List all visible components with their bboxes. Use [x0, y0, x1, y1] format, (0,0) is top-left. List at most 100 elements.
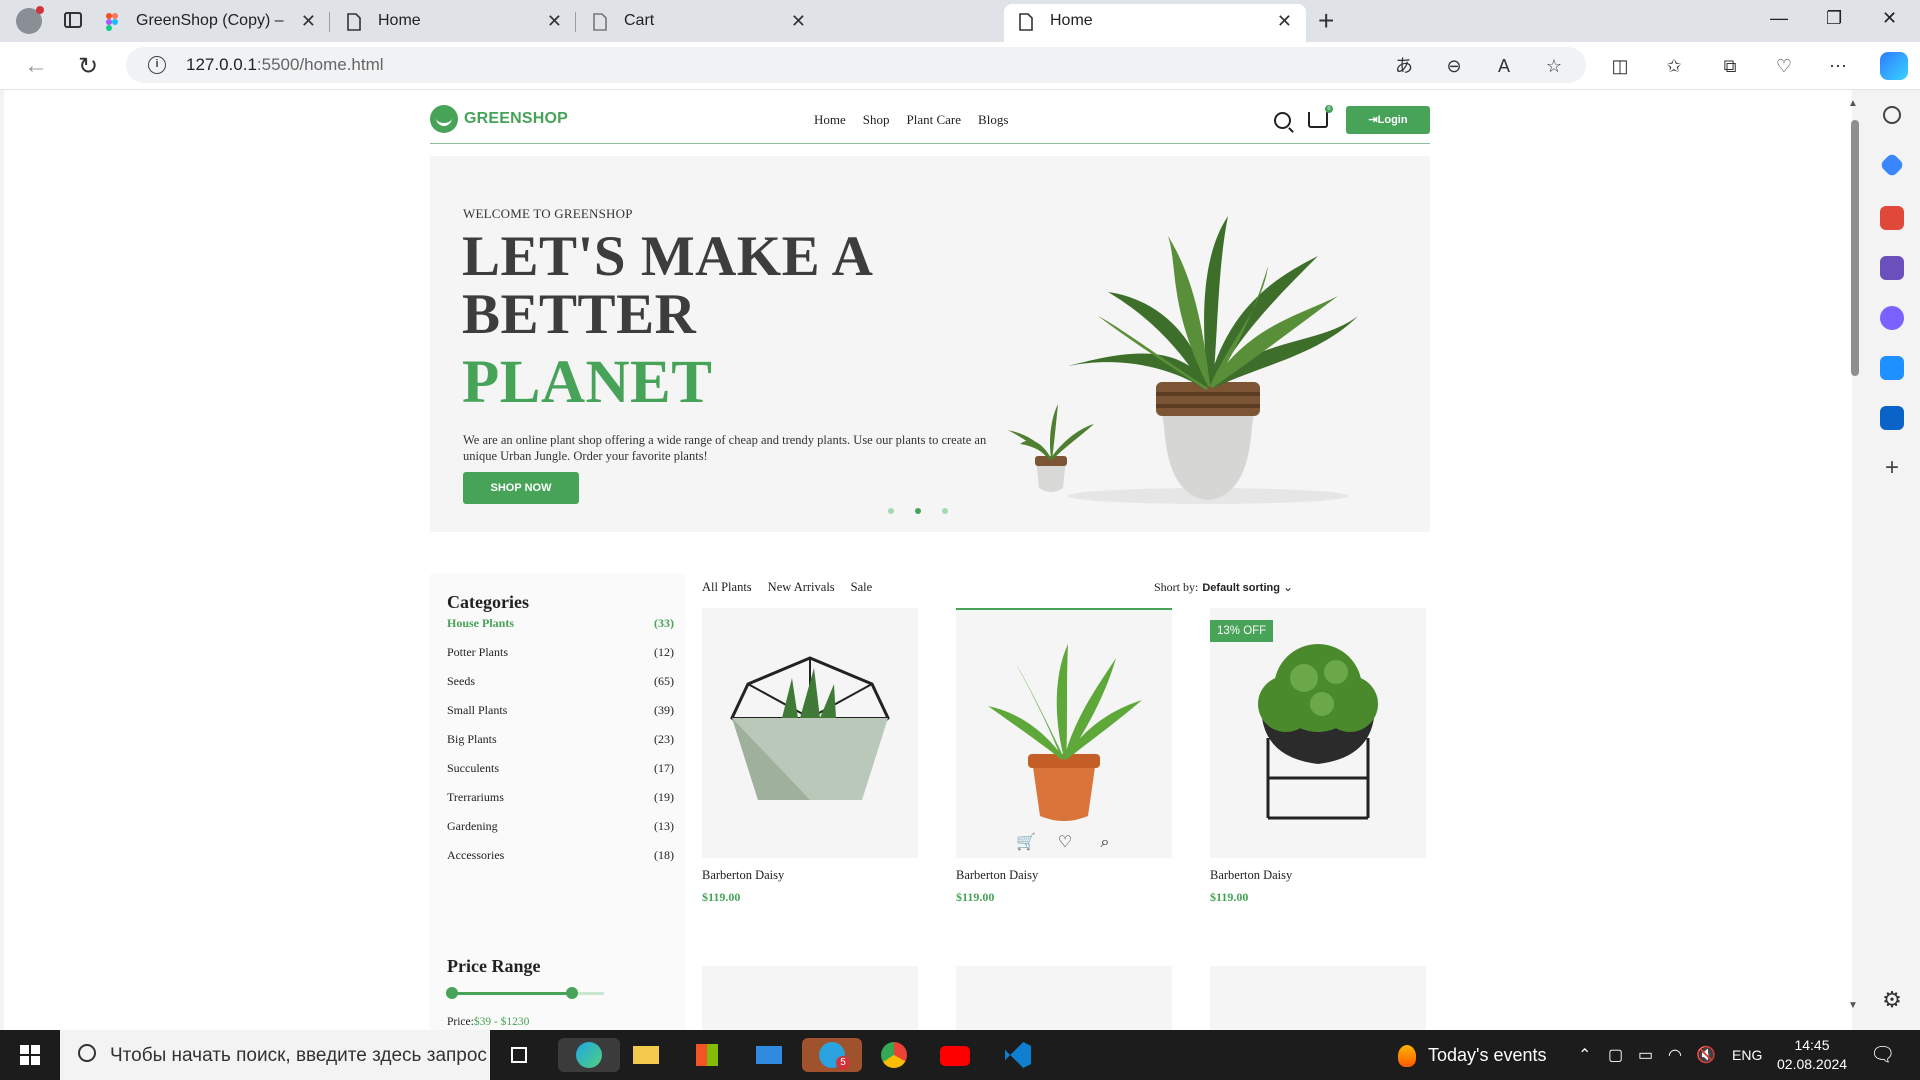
todays-events[interactable]: Today's events [1428, 1045, 1547, 1066]
tab-figma[interactable]: GreenShop (Copy) – Figma ✕ [90, 4, 330, 63]
add-to-cart-icon[interactable]: 🛒 [1016, 834, 1036, 852]
product-name[interactable]: Barberton Daisy [956, 868, 1038, 883]
close-tab-icon[interactable]: ✕ [1277, 4, 1292, 38]
category-small-plants[interactable]: Small Plants (39) [447, 703, 674, 718]
youtube-icon[interactable] [938, 1038, 972, 1072]
product-image[interactable]: 13% OFF [1210, 608, 1426, 858]
close-window-button[interactable]: ✕ [1882, 8, 1897, 29]
category-terrariums[interactable]: Trerrariums (19) [447, 790, 674, 805]
carousel-dot-active[interactable] [915, 508, 921, 514]
product-card-partial[interactable] [1210, 966, 1426, 1030]
product-card-partial[interactable] [956, 966, 1172, 1030]
category-accessories[interactable]: Accessories (18) [447, 848, 674, 863]
nav-plant-care[interactable]: Plant Care [907, 112, 962, 128]
reload-button[interactable]: ↻ [78, 52, 98, 81]
edge-taskbar-icon[interactable] [558, 1038, 620, 1072]
gear-icon[interactable]: ⚙ [1880, 988, 1904, 1012]
copilot-apps-icon[interactable] [1880, 306, 1904, 330]
product-name[interactable]: Barberton Daisy [702, 868, 784, 883]
site-info-icon[interactable]: i [148, 56, 166, 74]
category-gardening[interactable]: Gardening (13) [447, 819, 674, 834]
category-succulents[interactable]: Succulents (17) [447, 761, 674, 776]
product-name[interactable]: Barberton Daisy [1210, 868, 1292, 883]
split-screen-icon[interactable]: ◫ [1610, 56, 1630, 76]
carousel-dot[interactable] [942, 508, 948, 514]
favorites-icon[interactable]: ✩ [1664, 56, 1684, 76]
logo[interactable]: GREENSHOP [430, 104, 568, 134]
restore-button[interactable]: ❐ [1826, 8, 1842, 29]
read-aloud-icon[interactable]: A [1494, 56, 1514, 76]
send-icon[interactable] [1880, 356, 1904, 380]
product-image[interactable]: 🛒 ♡ ⌕ [956, 608, 1172, 858]
back-button[interactable]: ← [24, 52, 48, 80]
carousel-dot[interactable] [888, 508, 894, 514]
store-icon[interactable] [690, 1038, 724, 1072]
search-icon[interactable]: ⌕ [1096, 834, 1114, 852]
chevron-up-icon[interactable]: ⌃ [1578, 1045, 1591, 1065]
new-tab-button[interactable]: + [1318, 6, 1334, 36]
filter-new-arrivals[interactable]: New Arrivals [768, 580, 835, 595]
category-potter-plants[interactable]: Potter Plants (12) [447, 645, 674, 660]
scroll-up-arrow[interactable]: ▲ [1848, 98, 1858, 109]
favorite-star-icon[interactable]: ☆ [1544, 56, 1564, 76]
vscode-icon[interactable] [1001, 1038, 1035, 1072]
heart-icon[interactable]: ♡ [1056, 834, 1074, 852]
taskbar-clock[interactable]: 14:45 02.08.2024 [1777, 1036, 1847, 1074]
copilot-icon[interactable] [1880, 52, 1908, 80]
tab-home-1[interactable]: Home ✕ [332, 4, 576, 42]
nav-home[interactable]: Home [814, 112, 846, 128]
cart-icon[interactable]: 0 [1308, 105, 1333, 128]
login-button[interactable]: ⇥Login [1346, 106, 1430, 134]
nav-shop[interactable]: Shop [863, 112, 890, 128]
close-tab-icon[interactable]: ✕ [301, 4, 316, 38]
task-view-icon[interactable] [502, 1038, 536, 1072]
zoom-out-icon[interactable]: ⊖ [1444, 56, 1464, 76]
games-icon[interactable] [1880, 256, 1904, 280]
taskbar-search[interactable]: Чтобы начать поиск, введите здесь запрос [60, 1030, 490, 1080]
chrome-icon[interactable] [877, 1038, 911, 1072]
tab-home-active[interactable]: Home ✕ [1004, 4, 1306, 42]
sort-control[interactable]: Short by: Default sorting ⌄ [1154, 580, 1293, 595]
category-house-plants[interactable]: House Plants (33) [447, 616, 674, 631]
browser-essentials-icon[interactable]: ♡ [1774, 56, 1794, 76]
price-slider-min-handle[interactable] [446, 987, 458, 999]
windows-start-icon[interactable] [20, 1045, 40, 1065]
filter-sale[interactable]: Sale [851, 580, 873, 595]
search-icon[interactable] [1883, 106, 1901, 124]
category-seeds[interactable]: Seeds (65) [447, 674, 674, 689]
minimize-button[interactable]: — [1770, 8, 1788, 29]
telegram-icon[interactable]: 5 [802, 1038, 862, 1072]
url-text[interactable]: 127.0.0.1:5500/home.html [186, 55, 384, 75]
shopping-tag-icon[interactable] [1879, 152, 1905, 178]
close-tab-icon[interactable]: ✕ [547, 4, 562, 38]
profile-avatar[interactable] [16, 6, 44, 34]
category-big-plants[interactable]: Big Plants (23) [447, 732, 674, 747]
language-indicator[interactable]: ENG [1732, 1047, 1762, 1063]
more-options-icon[interactable]: ⋯ [1828, 56, 1848, 76]
filter-all-plants[interactable]: All Plants [702, 580, 752, 595]
translate-icon[interactable]: あ [1394, 56, 1414, 76]
battery-icon[interactable]: ▭ [1638, 1045, 1653, 1065]
close-tab-icon[interactable]: ✕ [791, 4, 806, 38]
product-image[interactable] [702, 608, 918, 858]
mail-icon[interactable] [752, 1038, 786, 1072]
add-sidebar-icon[interactable]: + [1880, 456, 1904, 480]
volume-muted-icon[interactable]: 🔇 [1696, 1045, 1716, 1065]
product-card-partial[interactable] [702, 966, 918, 1030]
wifi-icon[interactable]: ◠ [1668, 1045, 1682, 1065]
nav-blogs[interactable]: Blogs [978, 112, 1008, 128]
collections-icon[interactable]: ⧉ [1720, 56, 1740, 76]
search-icon[interactable] [1274, 112, 1291, 129]
outlook-icon[interactable] [1880, 406, 1904, 430]
tools-icon[interactable] [1880, 206, 1904, 230]
tab-actions-icon[interactable] [64, 12, 82, 28]
meet-now-icon[interactable]: ▢ [1608, 1045, 1623, 1065]
scroll-down-arrow[interactable]: ▼ [1848, 1000, 1858, 1011]
notifications-icon[interactable]: 🗨 [1870, 1042, 1895, 1067]
address-bar[interactable]: i 127.0.0.1:5500/home.html [126, 47, 1586, 83]
price-slider-max-handle[interactable] [566, 987, 578, 999]
page-scrollbar-thumb[interactable] [1851, 120, 1859, 376]
weather-flame-icon[interactable] [1398, 1045, 1416, 1072]
shop-now-button[interactable]: SHOP NOW [463, 472, 579, 504]
tab-cart[interactable]: Cart ✕ [578, 4, 820, 42]
